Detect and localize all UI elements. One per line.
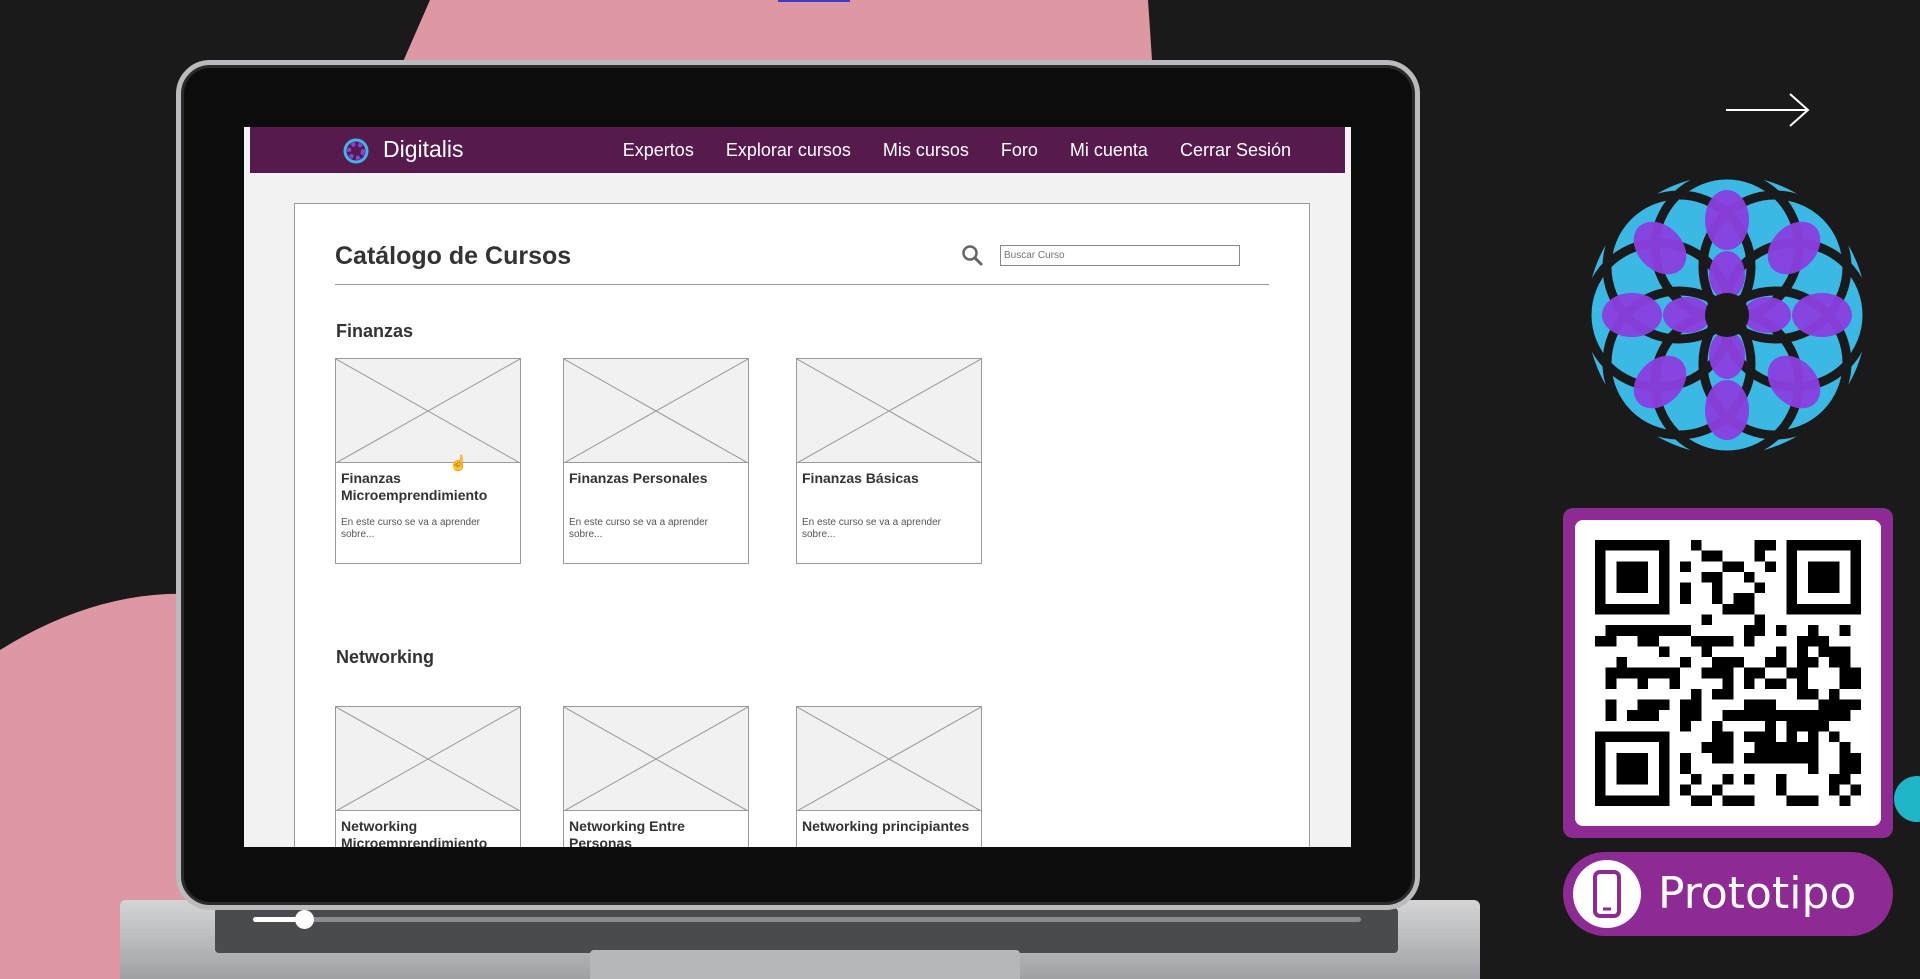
laptop-touchpad bbox=[590, 950, 1020, 979]
top-accent-bar bbox=[778, 0, 850, 2]
digitalis-logo bbox=[1582, 170, 1872, 460]
search-input[interactable] bbox=[1000, 245, 1240, 266]
nav-link-mis-cursos[interactable]: Mis cursos bbox=[883, 140, 969, 161]
title-divider bbox=[335, 284, 1269, 285]
course-description: En este curso se va a aprender sobre... bbox=[802, 517, 941, 540]
course-card[interactable]: Networking Entre Personas bbox=[563, 706, 749, 847]
video-progress-fill bbox=[253, 917, 298, 922]
qr-code[interactable] bbox=[1575, 520, 1881, 826]
smartphone-icon bbox=[1573, 860, 1641, 928]
video-progress-track[interactable] bbox=[253, 917, 1361, 922]
course-title: Finanzas Microemprendimiento bbox=[341, 470, 488, 503]
hand-cursor-icon: ☝ bbox=[449, 455, 468, 472]
video-progress-handle[interactable] bbox=[295, 910, 314, 929]
course-title: Networking Entre Personas bbox=[569, 818, 685, 847]
digitalis-logo-icon[interactable] bbox=[342, 137, 370, 165]
page-title: Catálogo de Cursos bbox=[335, 242, 572, 270]
course-thumbnail-placeholder bbox=[797, 359, 981, 463]
course-card[interactable]: Finanzas Microemprendimiento En este cur… bbox=[335, 358, 521, 564]
nav-link-explorar-cursos[interactable]: Explorar cursos bbox=[726, 140, 851, 161]
course-thumbnail-placeholder bbox=[336, 707, 520, 811]
course-thumbnail-placeholder bbox=[564, 359, 748, 463]
course-title: Networking principiantes bbox=[802, 818, 970, 834]
course-title: Networking Microemprendimiento bbox=[341, 818, 488, 847]
site-brand-name[interactable]: Digitalis bbox=[383, 136, 464, 163]
prototype-button[interactable]: Prototipo bbox=[1563, 852, 1893, 936]
course-title: Finanzas Personales bbox=[569, 470, 708, 486]
section-title-networking: Networking bbox=[336, 647, 435, 667]
site-navbar: Digitalis Expertos Explorar cursos Mis c… bbox=[250, 127, 1345, 173]
course-thumbnail-placeholder bbox=[797, 707, 981, 811]
nav-link-foro[interactable]: Foro bbox=[1001, 140, 1038, 161]
course-thumbnail-placeholder bbox=[564, 707, 748, 811]
course-card[interactable]: Finanzas Personales En este curso se va … bbox=[563, 358, 749, 564]
section-title-finanzas: Finanzas bbox=[336, 321, 414, 341]
qr-code-frame bbox=[1563, 508, 1893, 838]
course-description: En este curso se va a aprender sobre... bbox=[341, 517, 480, 540]
nav-link-cerrar-sesion[interactable]: Cerrar Sesión bbox=[1180, 140, 1291, 161]
course-card[interactable]: Finanzas Básicas En este curso se va a a… bbox=[796, 358, 982, 564]
nav-link-expertos[interactable]: Expertos bbox=[623, 140, 694, 161]
nav-link-mi-cuenta[interactable]: Mi cuenta bbox=[1070, 140, 1148, 161]
catalog-panel: Catálogo de Cursos Finanzas Finanzas Mic… bbox=[294, 203, 1310, 847]
qr-code-image bbox=[1595, 540, 1861, 806]
presentation-slide: Digitalis Expertos Explorar cursos Mis c… bbox=[0, 0, 1920, 979]
course-title: Finanzas Básicas bbox=[802, 470, 919, 486]
laptop-keyboard bbox=[215, 908, 1398, 953]
course-thumbnail-placeholder bbox=[336, 359, 520, 463]
laptop-screen: Digitalis Expertos Explorar cursos Mis c… bbox=[244, 127, 1351, 847]
arrow-right-icon[interactable] bbox=[1724, 90, 1814, 130]
course-card[interactable]: Networking Microemprendimiento bbox=[335, 706, 521, 847]
site-nav-links: Expertos Explorar cursos Mis cursos Foro… bbox=[623, 127, 1291, 173]
course-description: En este curso se va a aprender sobre... bbox=[569, 517, 708, 540]
prototype-button-label: Prototipo bbox=[1658, 868, 1857, 919]
search-icon[interactable] bbox=[961, 244, 983, 266]
course-card[interactable]: Networking principiantes bbox=[796, 706, 982, 847]
